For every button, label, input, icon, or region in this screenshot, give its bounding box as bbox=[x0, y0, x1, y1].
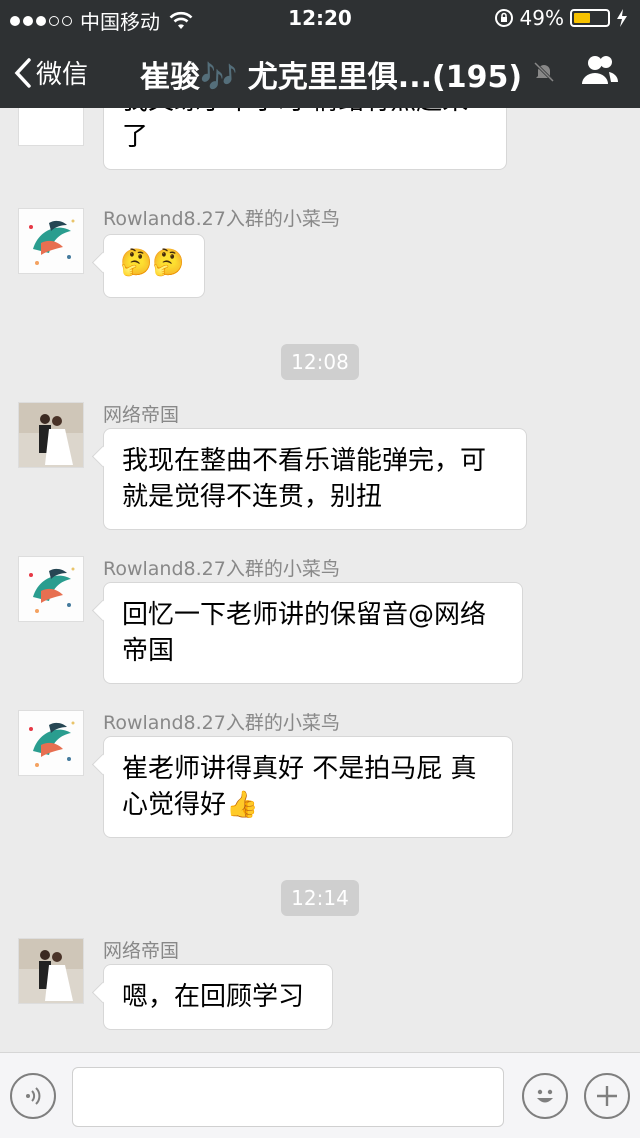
emoji-icon bbox=[537, 1089, 553, 1103]
message-input[interactable] bbox=[72, 1067, 504, 1127]
input-bar bbox=[0, 1052, 640, 1138]
avatar[interactable] bbox=[18, 938, 84, 1004]
message-text: 我现在整曲不看乐谱能弹完，可就是觉得不连贯，别扭 bbox=[122, 446, 487, 512]
chat-area[interactable]: 我又练了半小时 情绪有点起来了 Rowland8.27入群的小菜鸟 🤔🤔 12:… bbox=[0, 108, 640, 1052]
sender-name: 网络帝国 bbox=[103, 940, 180, 962]
message-bubble[interactable]: 嗯，在回顾学习 bbox=[103, 964, 333, 1030]
sender-name: Rowland8.27入群的小菜鸟 bbox=[103, 558, 340, 580]
sender-name: 网络帝国 bbox=[103, 404, 180, 426]
avatar[interactable] bbox=[18, 108, 84, 146]
message-bubble[interactable]: 回忆一下老师讲的保留音@网络帝国 bbox=[103, 582, 523, 684]
navigation-bar: 微信 崔骏🎶 尤克里里俱...(195) bbox=[0, 36, 640, 108]
message-text: 回忆一下老师讲的保留音@网络帝国 bbox=[122, 600, 487, 666]
more-button[interactable] bbox=[584, 1073, 630, 1119]
voice-button[interactable] bbox=[10, 1073, 56, 1119]
sender-name: Rowland8.27入群的小菜鸟 bbox=[103, 208, 340, 230]
message-text: 🤔🤔 bbox=[120, 248, 185, 278]
voice-icon bbox=[26, 1087, 41, 1105]
top-bar: 中国移动 12:20 49% 微信 崔骏🎶 尤克里里俱...(195) bbox=[0, 0, 640, 108]
status-bar: 中国移动 12:20 49% bbox=[0, 0, 640, 36]
mute-icon bbox=[533, 61, 555, 83]
bird-avatar-image bbox=[19, 711, 83, 775]
group-members-icon[interactable] bbox=[580, 54, 620, 86]
avatar[interactable] bbox=[18, 710, 84, 776]
couple-avatar-image bbox=[19, 403, 83, 467]
sender-name: Rowland8.27入群的小菜鸟 bbox=[103, 712, 340, 734]
emoji-button[interactable] bbox=[522, 1073, 568, 1119]
battery-icon bbox=[570, 9, 610, 27]
message-text: 嗯，在回顾学习 bbox=[122, 982, 305, 1012]
back-button[interactable]: 微信 bbox=[14, 54, 88, 91]
plus-icon bbox=[597, 1086, 617, 1106]
back-button-label: 微信 bbox=[36, 60, 89, 90]
avatar[interactable] bbox=[18, 402, 84, 468]
bird-avatar-image bbox=[19, 557, 83, 621]
charging-icon bbox=[617, 9, 627, 27]
timestamp: 12:14 bbox=[0, 880, 640, 916]
avatar[interactable] bbox=[18, 556, 84, 622]
timestamp: 12:08 bbox=[0, 344, 640, 380]
message-bubble[interactable]: 崔老师讲得真好 不是拍马屁 真心觉得好👍 bbox=[103, 736, 513, 838]
chevron-left-icon bbox=[14, 57, 31, 88]
message-text: 我又练了半小时 情绪有点起来了 bbox=[122, 108, 468, 152]
message-bubble[interactable]: 我又练了半小时 情绪有点起来了 bbox=[103, 108, 507, 170]
battery-percent: 49% bbox=[519, 6, 564, 30]
rotation-lock-icon bbox=[494, 9, 513, 27]
avatar[interactable] bbox=[18, 208, 84, 274]
message-bubble[interactable]: 🤔🤔 bbox=[103, 234, 205, 298]
couple-avatar-image bbox=[19, 939, 83, 1003]
bird-avatar-image bbox=[19, 209, 83, 273]
message-text: 崔老师讲得真好 不是拍马屁 真心觉得好👍 bbox=[122, 754, 477, 820]
message-bubble[interactable]: 我现在整曲不看乐谱能弹完，可就是觉得不连贯，别扭 bbox=[103, 428, 527, 530]
chat-title: 崔骏🎶 尤克里里俱...(195) bbox=[140, 60, 523, 95]
